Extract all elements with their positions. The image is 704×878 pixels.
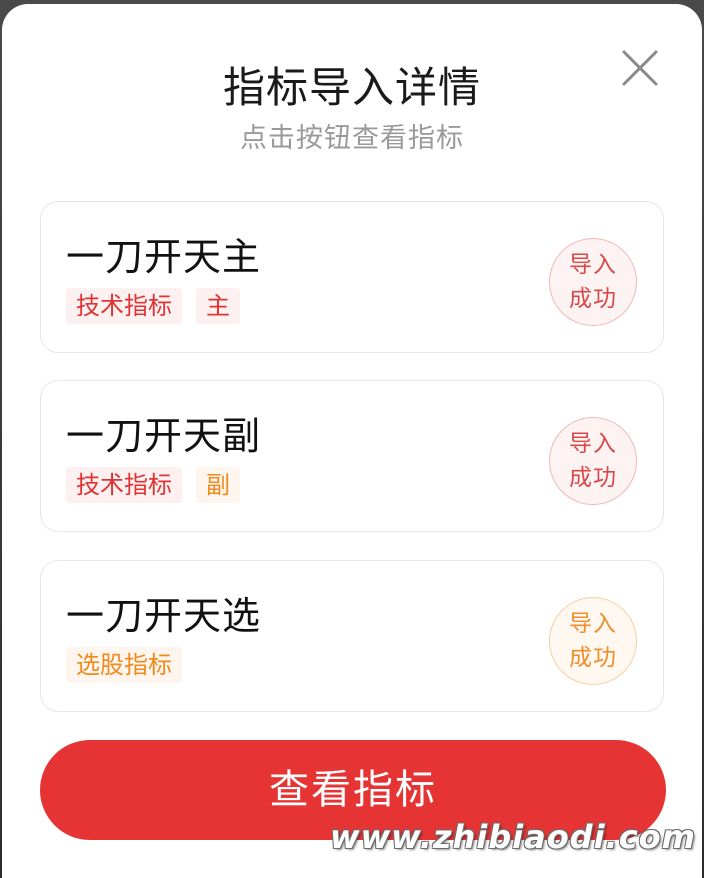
- indicator-card: 一刀开天副 技术指标 副 导入 成功: [40, 380, 664, 532]
- close-button[interactable]: [614, 42, 666, 94]
- import-status-badge: 导入 成功: [549, 597, 637, 685]
- site-watermark: www.zhibiaodi.com: [330, 818, 696, 856]
- status-line: 成功: [569, 286, 617, 312]
- indicator-name: 一刀开天选: [66, 594, 262, 638]
- dialog-title: 指标导入详情: [222, 63, 481, 112]
- status-line: 导入: [569, 252, 617, 278]
- import-status-badge: 导入 成功: [549, 417, 637, 505]
- import-status-badge: 导入 成功: [549, 238, 637, 326]
- tag-category: 技术指标: [66, 288, 182, 324]
- indicator-tags: 选股指标: [66, 647, 182, 683]
- status-line: 成功: [569, 645, 617, 671]
- tag-type: 副: [196, 467, 240, 503]
- status-line: 导入: [569, 431, 617, 457]
- status-line: 导入: [569, 611, 617, 637]
- indicator-card: 一刀开天选 选股指标 导入 成功: [40, 560, 664, 712]
- indicator-name: 一刀开天副: [66, 414, 262, 458]
- tag-category: 技术指标: [66, 467, 182, 503]
- status-line: 成功: [569, 465, 617, 491]
- tag-type: 主: [196, 288, 240, 324]
- close-icon: [614, 42, 666, 94]
- tag-category: 选股指标: [66, 647, 182, 683]
- indicator-name: 一刀开天主: [66, 235, 262, 279]
- dialog-subtitle: 点击按钮查看指标: [240, 123, 464, 154]
- indicator-card: 一刀开天主 技术指标 主 导入 成功: [40, 201, 664, 353]
- indicator-tags: 技术指标 副: [66, 467, 240, 503]
- indicator-tags: 技术指标 主: [66, 288, 240, 324]
- indicator-import-dialog: 指标导入详情 点击按钮查看指标 一刀开天主 技术指标 主 导入 成功 一刀开天副…: [2, 4, 702, 878]
